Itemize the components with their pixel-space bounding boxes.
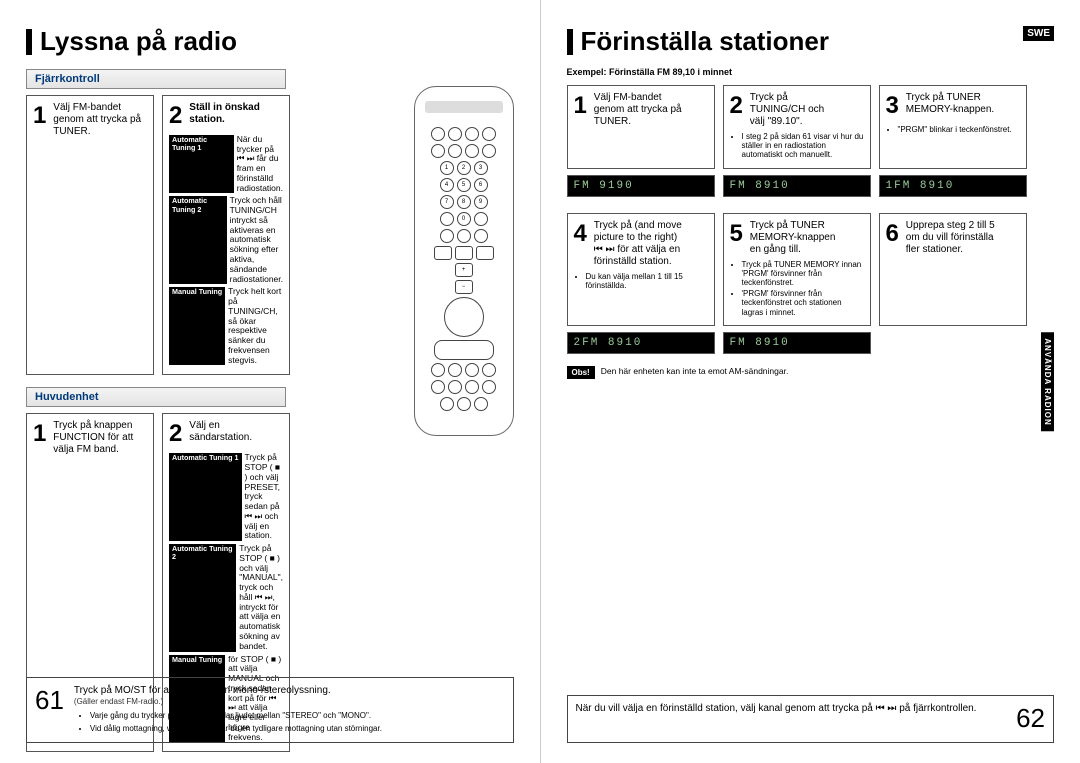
note: Tryck på TUNER MEMORY innan 'PRGM' försv…	[742, 260, 864, 288]
note: 'PRGM' försvinner från teckenfönstret oc…	[742, 289, 864, 317]
step-text: Upprepa steg 2 till 5 om du vill förinst…	[906, 220, 996, 256]
page-number-left: 61	[35, 684, 64, 736]
lcd-row1: FM 9190 FM 8910 1FM 8910	[567, 175, 1055, 197]
tag-auto1: Automatic Tuning 1	[169, 453, 242, 541]
obs-row: Obs! Den här enheten kan inte ta emot AM…	[567, 366, 1055, 379]
footer-main: När du vill välja en förinställd station…	[576, 703, 977, 714]
lcd-display: 1FM 8910	[879, 175, 1027, 197]
step-text: Välj FM-bandet genom att trycka på TUNER…	[53, 102, 143, 138]
lcd-row2: 2FM 8910 FM 8910	[567, 332, 1055, 354]
preset-step-1: 1 Välj FM-bandet genom att trycka på TUN…	[567, 85, 715, 169]
page-title-right: Förinställa stationer	[567, 26, 1055, 57]
step-number: 2	[169, 102, 182, 131]
step-number: 2	[169, 420, 182, 449]
note: I steg 2 på sidan 61 visar vi hur du stä…	[742, 132, 864, 160]
remote-illustration: 123 456 789 0 + −	[414, 86, 514, 436]
preset-step-3: 3 Tryck på TUNER MEMORY-knappen. "PRGM" …	[879, 85, 1027, 169]
section-remote: Fjärrkontroll	[26, 69, 286, 89]
footer-box: 61 Tryck på MO/ST för att välja mellan m…	[26, 677, 514, 743]
example-line: Exempel: Förinställa FM 89,10 i minnet	[567, 67, 1055, 77]
step-text: Tryck på TUNER MEMORY-knappen en gång ti…	[750, 220, 840, 256]
preset-step-5: 5 Tryck på TUNER MEMORY-knappen en gång …	[723, 213, 871, 326]
page-number-right: 62	[1016, 702, 1045, 736]
swe-badge: SWE	[1023, 26, 1054, 41]
step-text: Tryck på knappen FUNCTION för att välja …	[53, 420, 143, 456]
tag-auto1: Automatic Tuning 1	[169, 135, 234, 194]
footer-main: Tryck på MO/ST för att välja mellan mono…	[74, 684, 505, 697]
preset-steps-row1: 1 Välj FM-bandet genom att trycka på TUN…	[567, 85, 1055, 169]
obs-text: Den här enheten kan inte ta emot AM-sänd…	[601, 366, 789, 379]
footer-box: När du vill välja en förinställd station…	[567, 695, 1055, 743]
tag-auto2: Automatic Tuning 2	[169, 196, 227, 284]
note: Tryck på STOP ( ■ ) och välj PRESET, try…	[245, 453, 283, 541]
lcd-display: FM 9190	[567, 175, 715, 197]
footer-bullets: Varje gång du trycker på knappen växlar …	[74, 711, 505, 734]
preset-step-2: 2 Tryck på TUNING/CH och välj "89.10". I…	[723, 85, 871, 169]
step-text: Tryck på TUNING/CH och välj "89.10".	[750, 92, 840, 128]
preset-steps-row2: 4 Tryck på (and move picture to the righ…	[567, 213, 1055, 326]
remote-step-1: 1 Välj FM-bandet genom att trycka på TUN…	[26, 95, 154, 375]
page-61: Lyssna på radio Fjärrkontroll 1 Välj FM-…	[0, 0, 541, 763]
note: Tryck och håll TUNING/CH intryckt så akt…	[230, 196, 283, 284]
note: När du trycker på ⏮ ⏭ får du fram en för…	[237, 135, 283, 194]
footer-left: 61 Tryck på MO/ST för att välja mellan m…	[26, 677, 514, 743]
note: Tryck helt kort på TUNING/CH, så ökar re…	[228, 287, 283, 365]
obs-badge: Obs!	[567, 366, 595, 379]
note: Du kan välja mellan 1 till 15 förinställ…	[586, 272, 708, 290]
side-tab: ANVÄNDA RADION	[1041, 332, 1054, 431]
step-number: 1	[33, 102, 46, 131]
page-62: Förinställa stationer SWE ANVÄNDA RADION…	[541, 0, 1080, 763]
lcd-display: FM 8910	[723, 332, 871, 354]
remote-buttons: 123 456 789 0 + −	[423, 127, 505, 425]
step-number: 1	[33, 420, 46, 449]
footer-right: När du vill välja en förinställd station…	[567, 695, 1055, 743]
footer-bullet: Varje gång du trycker på knappen växlar …	[90, 711, 505, 721]
lcd-display: FM 8910	[723, 175, 871, 197]
page-title-left: Lyssna på radio	[26, 26, 514, 57]
lcd-display: 2FM 8910	[567, 332, 715, 354]
footer-bullet: Vid dålig mottagning, välj MONO så får d…	[90, 724, 505, 734]
footer-sub: (Gäller endast FM-radio.)	[74, 697, 505, 707]
note: Tryck på STOP ( ■ ) och välj "MANUAL", t…	[239, 544, 283, 651]
step-text: Tryck på TUNER MEMORY-knappen.	[906, 92, 996, 116]
section-mainunit: Huvudenhet	[26, 387, 286, 407]
preset-step-4: 4 Tryck på (and move picture to the righ…	[567, 213, 715, 326]
tuning-notes: Automatic Tuning 1När du trycker på ⏮ ⏭ …	[169, 135, 283, 366]
step-text: Ställ in önskad station.	[189, 102, 279, 126]
note: "PRGM" blinkar i teckenfönstret.	[898, 125, 1020, 134]
step-text: Tryck på (and move picture to the right)…	[594, 220, 684, 268]
step-text: Välj en sändarstation.	[189, 420, 279, 444]
remote-step-2: 2 Ställ in önskad station. Automatic Tun…	[162, 95, 290, 375]
step-text: Välj FM-bandet genom att trycka på TUNER…	[594, 92, 684, 128]
tag-manual: Manual Tuning	[169, 287, 225, 365]
tag-auto2: Automatic Tuning 2	[169, 544, 236, 651]
preset-step-6: 6 Upprepa steg 2 till 5 om du vill förin…	[879, 213, 1027, 326]
